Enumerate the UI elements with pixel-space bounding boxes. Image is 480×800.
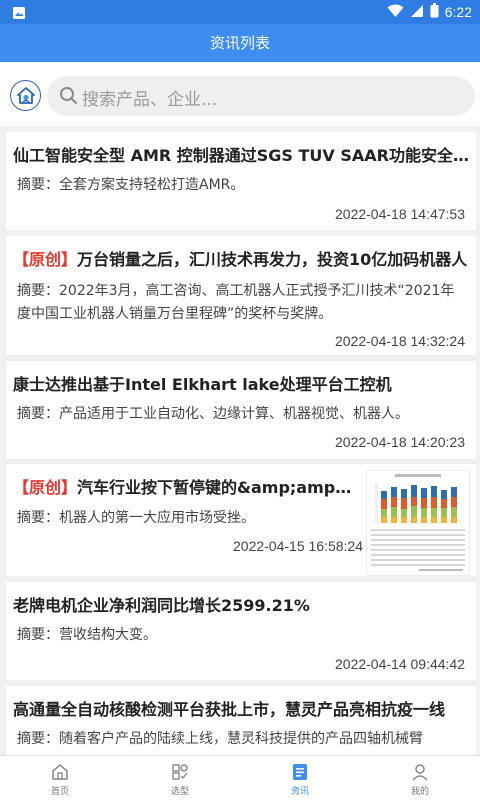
- image-icon: [12, 5, 26, 24]
- robot-logo-icon: [17, 87, 35, 104]
- article-card[interactable]: 【原创】汽车行业按下暂停键的&amp;amp;quot; 摘要：机器人的第一大应…: [6, 464, 476, 576]
- article-time: 2022-04-18 14:32:24: [335, 333, 465, 349]
- selection-icon: [172, 764, 188, 780]
- article-summary: 摘要：机器人的第一大应用市场受挫。: [17, 510, 255, 526]
- wifi-icon: [387, 3, 404, 21]
- battery-icon: [430, 3, 439, 21]
- search-placeholder: 搜索产品、企业...: [82, 90, 218, 110]
- article-list[interactable]: 仙工智能安全型 AMR 控制器通过SGS TUV SAAR功能安全认证 摘要：全…: [0, 132, 480, 755]
- article-tag: 【原创】: [13, 250, 78, 269]
- article-time: 2022-04-18 14:47:53: [335, 206, 465, 222]
- article-card[interactable]: 【原创】万台销量之后，汇川技术再发力，投资10亿加码机器人 摘要：2022年3月…: [6, 236, 476, 355]
- search-input[interactable]: 搜索产品、企业...: [47, 76, 475, 116]
- brand-logo-button[interactable]: [10, 80, 41, 111]
- article-card[interactable]: 老牌电机企业净利润同比增长2599.21% 摘要：营收结构大变。 2022-04…: [6, 582, 476, 680]
- article-summary: 摘要：2022年3月，高工咨询、高工机器人正式授予汇川技术“2021年度中国工业…: [17, 283, 455, 322]
- article-card[interactable]: 康士达推出基于Intel Elkhart lake处理平台工控机 摘要：产品适用…: [6, 361, 476, 459]
- bottom-nav: 首页 选型 资讯 我的: [0, 755, 480, 800]
- page-title: 资讯列表: [209, 34, 270, 52]
- cell-signal-icon: [410, 4, 424, 21]
- article-summary: 摘要：营收结构大变。: [17, 627, 157, 643]
- article-tag: 【原创】: [13, 478, 78, 497]
- article-summary: 摘要：随着客户产品的陆续上线，慧灵科技提供的产品四轴机械臂: [17, 731, 423, 747]
- status-time: 6:22: [444, 4, 472, 20]
- nav-item-news[interactable]: 资讯: [240, 756, 360, 800]
- bar-chart-thumbnail-image: [371, 474, 465, 571]
- article-time: 2022-04-18 14:20:23: [335, 434, 465, 450]
- article-title: 高通量全自动核酸检测平台获批上市，慧灵产品亮相抗疫一线: [13, 700, 446, 719]
- search-icon: [59, 86, 78, 109]
- article-time: 2022-04-15 16:58:24: [233, 538, 363, 554]
- status-bar: 6:22: [0, 0, 480, 24]
- article-card[interactable]: 仙工智能安全型 AMR 控制器通过SGS TUV SAAR功能安全认证 摘要：全…: [6, 132, 476, 230]
- article-title: 仙工智能安全型 AMR 控制器通过SGS TUV SAAR功能安全认证: [13, 146, 469, 165]
- search-row: 搜索产品、企业...: [0, 62, 480, 126]
- nav-label-home: 首页: [50, 787, 69, 797]
- article-summary: 摘要：产品适用于工业自动化、边缘计算、机器视觉、机器人。: [17, 406, 409, 422]
- article-card[interactable]: 高通量全自动核酸检测平台获批上市，慧灵产品亮相抗疫一线 摘要：随着客户产品的陆续…: [6, 686, 476, 755]
- nav-item-profile[interactable]: 我的: [360, 756, 480, 800]
- article-time: 2022-04-14 09:44:42: [335, 656, 465, 672]
- nav-label-profile: 我的: [410, 787, 429, 797]
- news-icon: [293, 764, 307, 780]
- nav-label-news: 资讯: [290, 787, 309, 797]
- article-title: 【原创】汽车行业按下暂停键的&amp;amp;quot;: [13, 478, 353, 497]
- home-icon: [52, 764, 68, 780]
- nav-item-home[interactable]: 首页: [0, 756, 120, 800]
- article-title: 老牌电机企业净利润同比增长2599.21%: [13, 596, 310, 615]
- article-title: 康士达推出基于Intel Elkhart lake处理平台工控机: [13, 375, 392, 394]
- nav-label-selection: 选型: [170, 787, 189, 797]
- article-title: 【原创】万台销量之后，汇川技术再发力，投资10亿加码机器人: [13, 250, 468, 269]
- profile-icon: [412, 764, 428, 781]
- app-bar: 资讯列表: [0, 24, 480, 62]
- nav-item-selection[interactable]: 选型: [120, 756, 240, 800]
- article-summary: 摘要：全套方案支持轻松打造AMR。: [17, 177, 245, 193]
- article-thumbnail: [366, 470, 470, 576]
